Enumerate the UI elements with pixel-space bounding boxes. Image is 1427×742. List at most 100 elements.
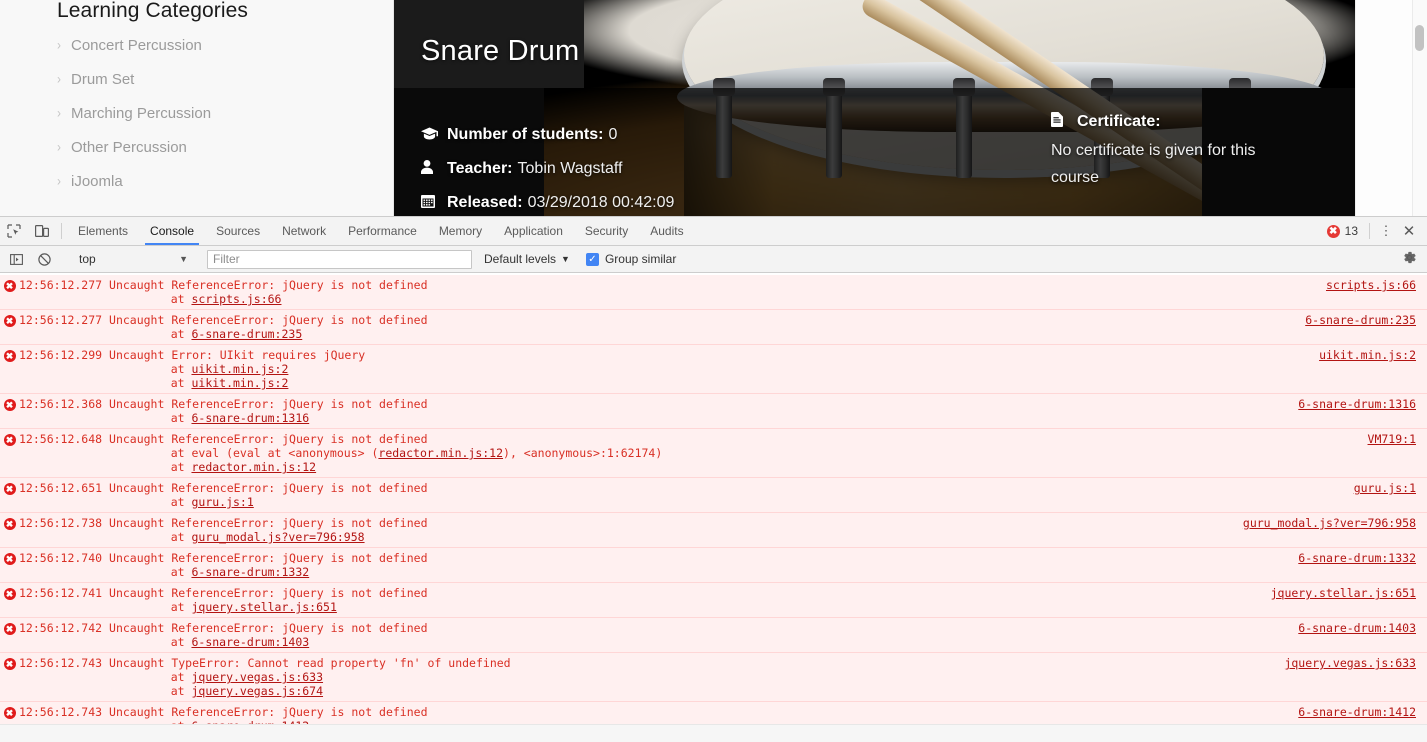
console-message[interactable]: ✖ 12:56:12.648 Uncaught ReferenceError: j… bbox=[0, 429, 1427, 478]
console-stack-line: at scripts.js:66 bbox=[143, 292, 282, 306]
console-stack-line: at jquery.vegas.js:674 bbox=[143, 684, 324, 698]
group-similar-checkbox[interactable]: ✓ Group similar bbox=[585, 252, 676, 266]
tab-elements[interactable]: Elements bbox=[67, 217, 139, 245]
devtools-panel: Elements Console Sources Network Perform… bbox=[0, 216, 1427, 742]
page-scrollbar[interactable] bbox=[1412, 0, 1427, 216]
console-stack-link[interactable]: 6-snare-drum:1403 bbox=[191, 635, 309, 649]
console-message[interactable]: ✖ 12:56:12.277 Uncaught ReferenceError: j… bbox=[0, 310, 1427, 345]
console-message[interactable]: ✖ 12:56:12.741 Uncaught ReferenceError: j… bbox=[0, 583, 1427, 618]
console-message-body: 12:56:12.651 Uncaught ReferenceError: jQ… bbox=[19, 481, 1427, 509]
gear-icon[interactable] bbox=[1402, 250, 1417, 268]
console-message-source-link[interactable]: 6-snare-drum:1316 bbox=[1298, 397, 1416, 411]
console-stack-line: at eval (eval at <anonymous> (redactor.m… bbox=[143, 446, 663, 460]
tab-audits[interactable]: Audits bbox=[639, 217, 694, 245]
console-stack-link[interactable]: uikit.min.js:2 bbox=[191, 362, 288, 376]
console-stack-line: at jquery.vegas.js:633 bbox=[143, 670, 324, 684]
console-stack-line: at 6-snare-drum:235 bbox=[143, 327, 303, 341]
meta-row-teacher: Teacher: Tobin Wagstaff bbox=[421, 152, 674, 186]
tab-console[interactable]: Console bbox=[139, 217, 205, 245]
execution-context-value: top bbox=[79, 252, 96, 266]
error-circle-icon: ✖ bbox=[0, 313, 19, 341]
log-levels-select[interactable]: Default levels ▼ bbox=[484, 252, 570, 266]
execution-context-select[interactable]: top ▼ bbox=[69, 250, 196, 269]
console-stack-link[interactable]: redactor.min.js:12 bbox=[191, 460, 316, 474]
clear-console-icon[interactable] bbox=[30, 252, 58, 266]
console-message-body: 12:56:12.741 Uncaught ReferenceError: jQ… bbox=[19, 586, 1427, 614]
console-message-source-link[interactable]: 6-snare-drum:235 bbox=[1305, 313, 1416, 327]
console-message[interactable]: ✖ 12:56:12.368 Uncaught ReferenceError: j… bbox=[0, 394, 1427, 429]
console-sidebar-icon[interactable] bbox=[2, 253, 30, 266]
meta-label: Number of students: bbox=[447, 126, 604, 143]
console-stack-link[interactable]: guru_modal.js?ver=796:958 bbox=[191, 530, 364, 544]
console-message[interactable]: ✖ 12:56:12.277 Uncaught ReferenceError: j… bbox=[0, 275, 1427, 310]
console-message[interactable]: ✖ 12:56:12.740 Uncaught ReferenceError: j… bbox=[0, 548, 1427, 583]
log-levels-label: Default levels bbox=[484, 252, 557, 266]
sidebar-item-concert-percussion[interactable]: › Concert Percussion bbox=[0, 28, 393, 62]
console-message-timestamp: 12:56:12.743 bbox=[19, 705, 110, 719]
console-message-body: 12:56:12.742 Uncaught ReferenceError: jQ… bbox=[19, 621, 1427, 649]
device-toolbar-icon[interactable] bbox=[28, 217, 56, 245]
error-circle-icon: ✖ bbox=[0, 516, 19, 544]
console-message-timestamp: 12:56:12.368 bbox=[19, 397, 110, 411]
tab-application[interactable]: Application bbox=[493, 217, 574, 245]
console-message-source-link[interactable]: 6-snare-drum:1403 bbox=[1298, 621, 1416, 635]
sidebar-item-other-percussion[interactable]: › Other Percussion bbox=[0, 130, 393, 164]
console-message-source-link[interactable]: jquery.stellar.js:651 bbox=[1271, 586, 1416, 600]
tab-security[interactable]: Security bbox=[574, 217, 639, 245]
console-message-source-link[interactable]: 6-snare-drum:1332 bbox=[1298, 551, 1416, 565]
console-message[interactable]: ✖ 12:56:12.738 Uncaught ReferenceError: j… bbox=[0, 513, 1427, 548]
console-stack-link[interactable]: jquery.vegas.js:674 bbox=[191, 684, 323, 698]
course-title: Snare Drum bbox=[421, 35, 580, 68]
tab-performance[interactable]: Performance bbox=[337, 217, 428, 245]
console-stack-link[interactable]: redactor.min.js:12 bbox=[378, 446, 503, 460]
close-icon[interactable]: ✕ bbox=[1397, 222, 1421, 240]
console-message-body: 12:56:12.299 Uncaught Error: UIkit requi… bbox=[19, 348, 1427, 390]
console-stack-line: at uikit.min.js:2 bbox=[143, 376, 289, 390]
console-message-timestamp: 12:56:12.741 bbox=[19, 586, 110, 600]
error-count: 13 bbox=[1344, 224, 1358, 238]
error-count-badge[interactable]: ✖ 13 bbox=[1321, 224, 1364, 238]
console-stack-link[interactable]: jquery.vegas.js:633 bbox=[191, 670, 323, 684]
meta-value: 03/29/2018 00:42:09 bbox=[527, 194, 675, 211]
console-message-source-link[interactable]: guru_modal.js?ver=796:958 bbox=[1243, 516, 1416, 530]
console-message-source-link[interactable]: scripts.js:66 bbox=[1326, 278, 1416, 292]
tab-memory[interactable]: Memory bbox=[428, 217, 493, 245]
meta-row-released: Released: 03/29/2018 00:42:09 bbox=[421, 186, 674, 216]
console-message-body: 12:56:12.277 Uncaught ReferenceError: jQ… bbox=[19, 313, 1427, 341]
console-stack-link[interactable]: 6-snare-drum:235 bbox=[191, 327, 302, 341]
console-message-timestamp: 12:56:12.648 bbox=[19, 432, 110, 446]
console-message[interactable]: ✖ 12:56:12.742 Uncaught ReferenceError: j… bbox=[0, 618, 1427, 653]
kebab-menu-icon[interactable]: ⋮ bbox=[1375, 223, 1397, 239]
console-message[interactable]: ✖ 12:56:12.651 Uncaught ReferenceError: j… bbox=[0, 478, 1427, 513]
tab-network[interactable]: Network bbox=[271, 217, 337, 245]
console-message-source-link[interactable]: jquery.vegas.js:633 bbox=[1284, 656, 1416, 670]
sidebar-item-marching-percussion[interactable]: › Marching Percussion bbox=[0, 96, 393, 130]
sidebar-item-ijoomla[interactable]: › iJoomla bbox=[0, 164, 393, 198]
inspect-element-icon[interactable] bbox=[0, 217, 28, 245]
console-stack-link[interactable]: 6-snare-drum:1332 bbox=[191, 565, 309, 579]
console-stack-link[interactable]: jquery.stellar.js:651 bbox=[191, 600, 336, 614]
console-message[interactable]: ✖ 12:56:12.743 Uncaught TypeError: Cannot… bbox=[0, 653, 1427, 702]
console-message-source-link[interactable]: uikit.min.js:2 bbox=[1319, 348, 1416, 362]
console-message-source-link[interactable]: guru.js:1 bbox=[1354, 481, 1416, 495]
chevron-right-icon: › bbox=[57, 172, 61, 190]
console-stack-link[interactable]: scripts.js:66 bbox=[191, 292, 281, 306]
toolbar-divider bbox=[1369, 223, 1370, 239]
sidebar-item-drum-set[interactable]: › Drum Set bbox=[0, 62, 393, 96]
console-message[interactable]: ✖ 12:56:12.299 Uncaught Error: UIkit requ… bbox=[0, 345, 1427, 394]
error-circle-icon: ✖ bbox=[0, 397, 19, 425]
console-message-list[interactable]: ✖ 12:56:12.277 Uncaught ReferenceError: j… bbox=[0, 275, 1427, 742]
console-stack-link[interactable]: guru.js:1 bbox=[191, 495, 253, 509]
filter-input[interactable] bbox=[207, 249, 472, 269]
console-stack-link[interactable]: uikit.min.js:2 bbox=[191, 376, 288, 390]
console-stack-link[interactable]: 6-snare-drum:1316 bbox=[191, 411, 309, 425]
console-message-source-link[interactable]: 6-snare-drum:1412 bbox=[1298, 705, 1416, 719]
page-scrollbar-thumb[interactable] bbox=[1415, 25, 1424, 51]
console-message-source-link[interactable]: VM719:1 bbox=[1368, 432, 1416, 446]
chevron-right-icon: › bbox=[57, 70, 61, 88]
tab-sources[interactable]: Sources bbox=[205, 217, 271, 245]
meta-label: Teacher: bbox=[447, 160, 513, 177]
error-circle-icon: ✖ bbox=[0, 621, 19, 649]
meta-value: Tobin Wagstaff bbox=[517, 160, 623, 177]
error-circle-icon: ✖ bbox=[0, 278, 19, 306]
